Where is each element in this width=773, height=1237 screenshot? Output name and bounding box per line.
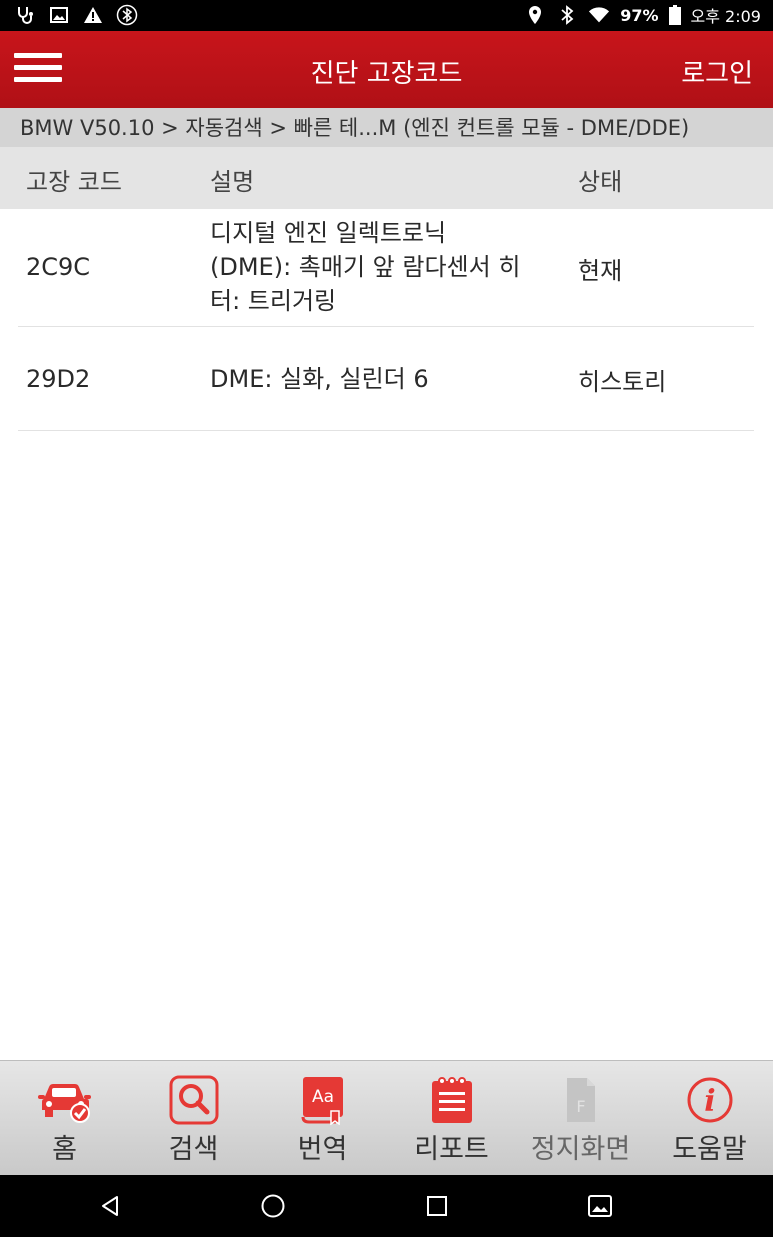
nav-label-translate: 번역 (297, 1134, 348, 1165)
bluetooth-icon (556, 4, 578, 26)
header-status: 상태 (578, 168, 623, 196)
header-fault-code: 고장 코드 (26, 168, 122, 196)
nav-label-report: 리포트 (414, 1134, 489, 1165)
nav-label-freeze-frame: 정지화면 (530, 1134, 631, 1165)
nav-report[interactable]: 리포트 (387, 1061, 516, 1176)
svg-text:F: F (576, 1097, 585, 1116)
description-line: DME: 실화, 실린더 6 (210, 365, 429, 393)
nav-home[interactable]: 홈 (0, 1061, 129, 1176)
fault-description: DME: 실화, 실린더 6 (210, 362, 570, 396)
status-bar: 97% 오후 2:09 (0, 0, 773, 31)
app-bar: 진단 고장코드 로그인 (0, 31, 773, 108)
login-button[interactable]: 로그인 (681, 53, 753, 90)
breadcrumb: BMW V50.10 > 자동검색 > 빠른 테...M (엔진 컨트롤 모듈 … (0, 108, 773, 147)
stethoscope-icon (14, 4, 36, 26)
battery-icon (668, 4, 681, 26)
wifi-icon (588, 4, 610, 26)
document-icon: F (553, 1075, 609, 1125)
report-notepad-icon (424, 1075, 480, 1125)
fault-description: 디지털 엔진 일렉트로닉 (DME): 촉매기 앞 람다센서 히 터: 트리거링 (210, 216, 570, 318)
table-row[interactable]: 29D2 DME: 실화, 실린더 6 히스토리 (18, 327, 754, 431)
search-icon (166, 1075, 222, 1125)
svg-text:i: i (704, 1084, 715, 1119)
fault-code: 29D2 (26, 365, 91, 393)
screenshot-icon[interactable] (580, 1189, 620, 1223)
description-line: 디지털 엔진 일렉트로닉 (210, 219, 447, 247)
back-icon[interactable] (90, 1189, 130, 1223)
description-line: 터: 트리거링 (210, 287, 337, 315)
recents-icon[interactable] (417, 1189, 457, 1223)
location-icon (524, 4, 546, 26)
bottom-nav: 홈 검색 Aa 번역 리포트 F 정지화면 i 도움말 (0, 1060, 773, 1175)
fault-status: 현재 (578, 257, 623, 285)
info-icon: i (682, 1075, 738, 1125)
battery-percent: 97% (620, 5, 659, 25)
warning-icon (82, 4, 104, 26)
description-line: (DME): 촉매기 앞 람다센서 히 (210, 253, 521, 281)
image-icon (48, 4, 70, 26)
clock: 오후 2:09 (690, 7, 761, 26)
bluetooth-circle-icon (116, 4, 138, 26)
page-title: 진단 고장코드 (310, 59, 463, 89)
system-nav-bar (0, 1175, 773, 1237)
svg-text:Aa: Aa (311, 1087, 333, 1107)
translate-book-icon: Aa (295, 1075, 351, 1125)
car-check-icon (37, 1075, 93, 1125)
nav-help[interactable]: i 도움말 (645, 1061, 773, 1176)
home-circle-icon[interactable] (253, 1189, 293, 1223)
nav-translate[interactable]: Aa 번역 (258, 1061, 387, 1176)
nav-label-home: 홈 (52, 1134, 77, 1165)
table-row[interactable]: 2C9C 디지털 엔진 일렉트로닉 (DME): 촉매기 앞 람다센서 히 터:… (18, 209, 754, 327)
header-description: 설명 (210, 168, 255, 196)
nav-freeze-frame[interactable]: F 정지화면 (516, 1061, 645, 1176)
nav-label-search: 검색 (168, 1134, 219, 1165)
nav-label-help: 도움말 (672, 1134, 747, 1165)
nav-search[interactable]: 검색 (129, 1061, 258, 1176)
table-header: 고장 코드 설명 상태 (0, 147, 773, 209)
fault-code: 2C9C (26, 253, 91, 281)
fault-status: 히스토리 (578, 368, 667, 396)
